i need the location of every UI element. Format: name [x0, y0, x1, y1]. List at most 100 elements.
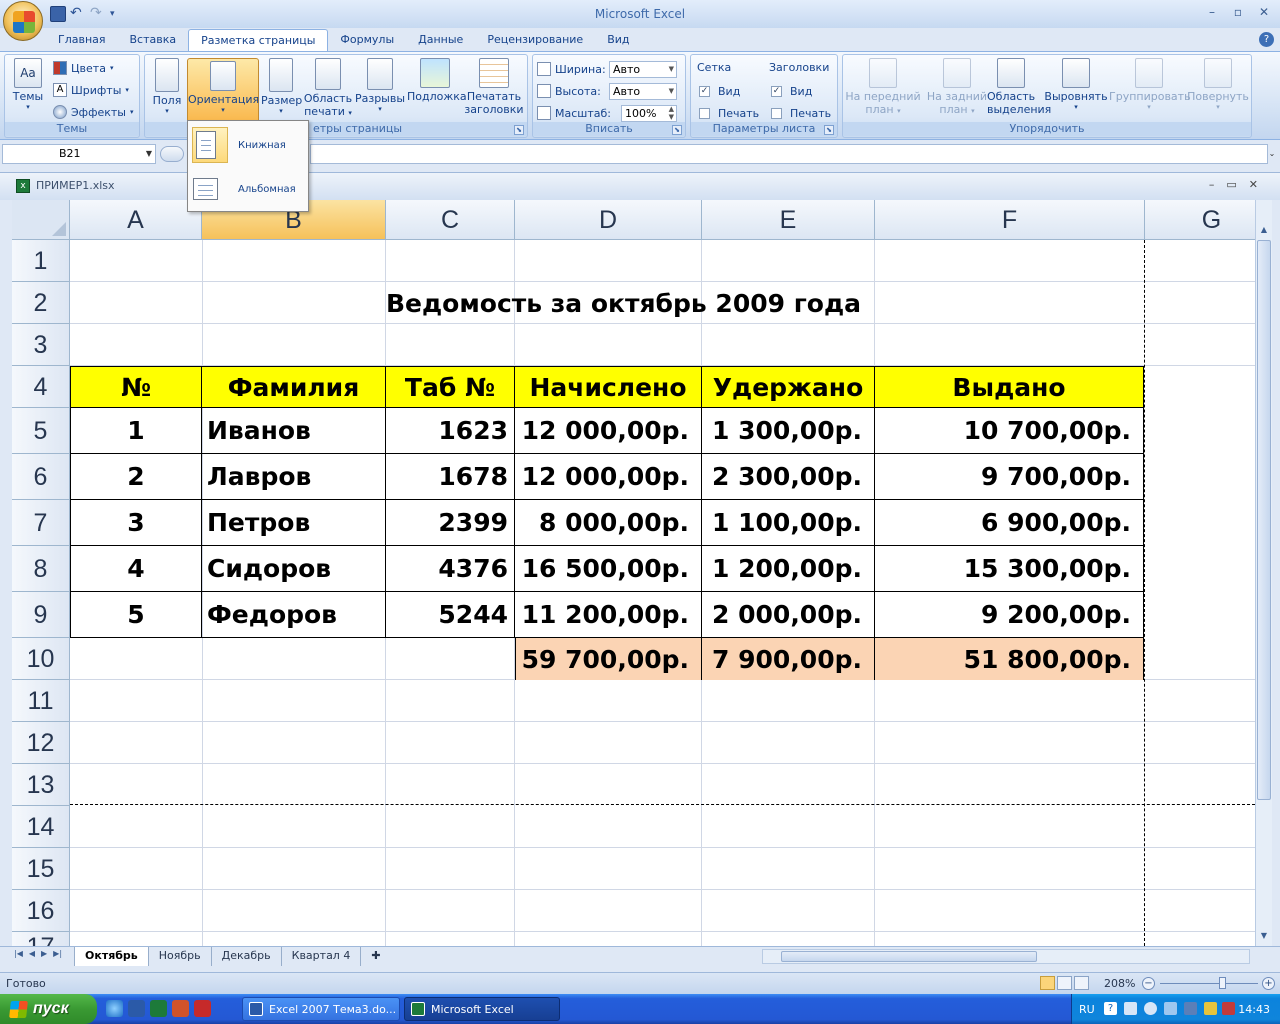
sheet-title-cell[interactable]: Ведомость за октябрь 2009 года [202, 282, 1045, 324]
normal-view-icon[interactable] [1040, 976, 1055, 990]
tab-insert[interactable]: Вставка [118, 29, 189, 51]
select-all-corner[interactable] [12, 200, 70, 240]
data-cell[interactable]: 12 000,00р. [515, 454, 702, 500]
column-header-f[interactable]: F [875, 200, 1145, 240]
gridlines-view-checkbox[interactable]: ✓ Вид [699, 81, 740, 101]
row-header-9[interactable]: 9 [12, 592, 70, 638]
zoom-slider-thumb[interactable] [1219, 977, 1226, 989]
row-header-3[interactable]: 3 [12, 324, 70, 366]
last-sheet-icon[interactable]: ▶| [53, 949, 62, 958]
gridlines-print-checkbox[interactable]: Печать [699, 103, 759, 123]
row-header-6[interactable]: 6 [12, 454, 70, 500]
first-sheet-icon[interactable]: |◀ [14, 949, 23, 958]
back-icon[interactable] [1144, 1002, 1157, 1015]
header-cell-tab-number[interactable]: Таб № [386, 366, 515, 408]
minimize-icon[interactable]: – [1202, 4, 1222, 20]
data-cell[interactable]: 1 200,00р. [702, 546, 875, 592]
tab-home[interactable]: Главная [46, 29, 118, 51]
vertical-scrollbar[interactable]: ▲ ▼ [1255, 200, 1272, 946]
language-indicator[interactable]: RU [1079, 1003, 1095, 1016]
scale-launcher-icon[interactable]: ⬊ [672, 125, 682, 135]
display-icon[interactable] [1184, 1002, 1197, 1015]
data-cell[interactable]: 3 [70, 500, 202, 546]
breaks-button[interactable]: Разрывы ▾ [353, 58, 407, 113]
total-paid-cell[interactable]: 51 800,00р. [875, 638, 1144, 680]
page-layout-view-icon[interactable] [1057, 976, 1072, 990]
data-cell[interactable]: 9 700,00р. [875, 454, 1144, 500]
shield-icon[interactable] [1222, 1002, 1235, 1015]
background-button[interactable]: Подложка [407, 58, 467, 103]
office-button[interactable] [3, 1, 43, 41]
data-cell[interactable]: 1 [70, 408, 202, 454]
help-icon[interactable]: ? [1104, 1002, 1117, 1015]
data-cell[interactable]: Сидоров [202, 546, 386, 592]
excel-icon[interactable] [150, 1000, 167, 1017]
page-setup-launcher-icon[interactable]: ⬊ [514, 125, 524, 135]
sheet-tab-november[interactable]: Ноябрь [149, 947, 212, 966]
size-button[interactable]: Размер ▾ [261, 58, 302, 115]
prev-sheet-icon[interactable]: ◀ [29, 949, 35, 958]
column-header-g[interactable]: G [1145, 200, 1255, 240]
minimize-icon[interactable]: – [1209, 178, 1215, 191]
powerpoint-icon[interactable] [172, 1000, 189, 1017]
data-cell[interactable]: 9 200,00р. [875, 592, 1144, 638]
tab-formulas[interactable]: Формулы [328, 29, 406, 51]
data-cell[interactable]: 1 300,00р. [702, 408, 875, 454]
orientation-landscape-item[interactable]: Альбомная [192, 169, 304, 209]
tab-page-layout[interactable]: Разметка страницы [188, 29, 329, 51]
data-cell[interactable]: 5 [70, 592, 202, 638]
column-header-c[interactable]: C [386, 200, 515, 240]
zoom-level[interactable]: 208% [1104, 977, 1135, 990]
selection-pane-button[interactable]: Область выделения [987, 58, 1051, 116]
expand-formula-bar-icon[interactable]: ⌄ [1266, 145, 1278, 163]
data-cell[interactable]: 2 300,00р. [702, 454, 875, 500]
insert-sheet-icon[interactable]: ✚ [361, 947, 390, 966]
data-cell[interactable]: Лавров [202, 454, 386, 500]
zoom-slider-track[interactable] [1160, 983, 1258, 984]
data-cell[interactable]: 6 900,00р. [875, 500, 1144, 546]
start-button[interactable]: пуск [0, 994, 97, 1024]
header-cell-surname[interactable]: Фамилия [202, 366, 386, 408]
tab-view[interactable]: Вид [595, 29, 641, 51]
orientation-button[interactable]: Ориентация ▾ [187, 58, 259, 124]
data-cell[interactable]: 10 700,00р. [875, 408, 1144, 454]
horizontal-scrollbar[interactable] [762, 949, 1250, 964]
data-cell[interactable]: 16 500,00р. [515, 546, 702, 592]
data-cell[interactable]: 1623 [386, 408, 515, 454]
zoom-in-icon[interactable]: + [1262, 977, 1275, 990]
print-area-button[interactable]: Область печати ▾ [303, 58, 353, 118]
data-cell[interactable]: Петров [202, 500, 386, 546]
restore-icon[interactable]: ▭ [1226, 178, 1236, 191]
sheet-options-launcher-icon[interactable]: ⬊ [824, 125, 834, 135]
column-header-a[interactable]: A [70, 200, 202, 240]
width-select[interactable]: Авто ▼ [609, 60, 677, 78]
scale-spinner[interactable]: 100% ▲ ▼ [621, 104, 677, 122]
data-cell[interactable]: Иванов [202, 408, 386, 454]
sheet-tab-october[interactable]: Октябрь [74, 947, 149, 966]
data-cell[interactable]: 4376 [386, 546, 515, 592]
volume-icon[interactable] [1124, 1002, 1137, 1015]
theme-effects-button[interactable]: Эффекты ▾ [53, 102, 134, 122]
pdf-icon[interactable] [194, 1000, 211, 1017]
data-cell[interactable]: Федоров [202, 592, 386, 638]
group-objects-button[interactable]: Группировать ▾ [1109, 58, 1191, 111]
data-cell[interactable]: 5244 [386, 592, 515, 638]
headings-view-checkbox[interactable]: ✓ Вид [771, 81, 812, 101]
sheet-tab-quarter-4[interactable]: Квартал 4 [282, 947, 362, 966]
column-header-e[interactable]: E [702, 200, 875, 240]
total-withheld-cell[interactable]: 7 900,00р. [702, 638, 875, 680]
align-button[interactable]: Выровнять ▾ [1043, 58, 1109, 111]
orientation-portrait-item[interactable]: Книжная [192, 125, 304, 165]
rotate-button[interactable]: Повернуть ▾ [1187, 58, 1249, 111]
data-cell[interactable]: 1678 [386, 454, 515, 500]
word-icon[interactable] [128, 1000, 145, 1017]
row-header-5[interactable]: 5 [12, 408, 70, 454]
help-icon[interactable]: ? [1259, 32, 1274, 47]
headings-print-checkbox[interactable]: Печать [771, 103, 831, 123]
row-header-1[interactable]: 1 [12, 240, 70, 282]
horizontal-scroll-thumb[interactable] [781, 951, 1037, 962]
row-header-16[interactable]: 16 [12, 890, 70, 932]
theme-fonts-button[interactable]: A Шрифты ▾ [53, 80, 129, 100]
bring-to-front-button[interactable]: На передний план ▾ [845, 58, 921, 116]
row-header-8[interactable]: 8 [12, 546, 70, 592]
